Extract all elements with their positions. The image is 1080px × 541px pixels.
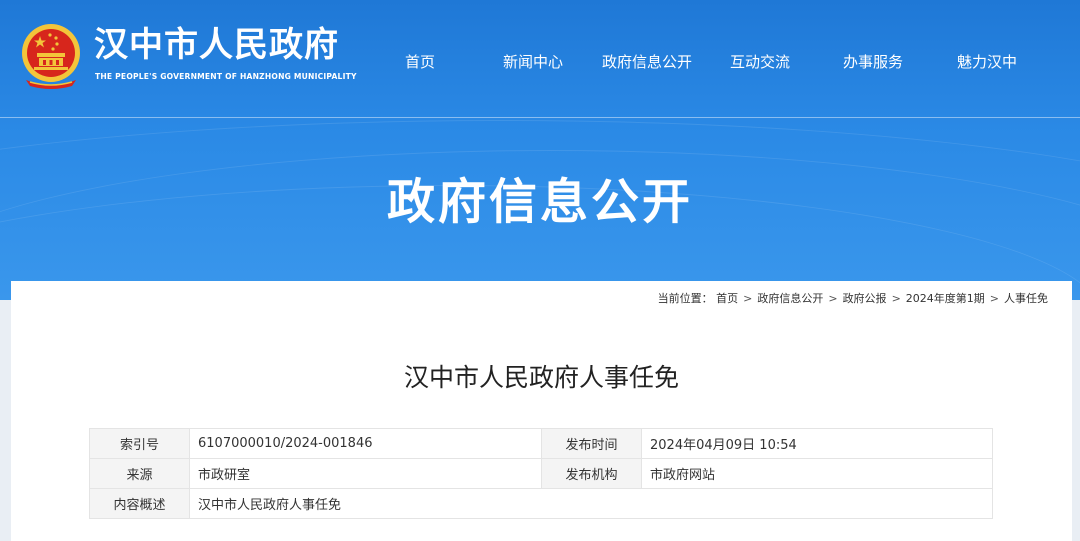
org-label: 发布机构 xyxy=(541,458,642,489)
summary-label: 内容概述 xyxy=(89,488,190,519)
breadcrumb-gov-info[interactable]: 政府信息公开 xyxy=(757,292,823,305)
hero-banner: 汉中市人民政府 THE PEOPLE'S GOVERNMENT OF HANZH… xyxy=(0,0,1080,300)
date-label: 发布时间 xyxy=(541,428,642,459)
nav-item-interaction[interactable]: 互动交流 xyxy=(730,50,790,74)
breadcrumb-separator: > xyxy=(743,292,753,305)
nav-item-charm[interactable]: 魅力汉中 xyxy=(957,50,1017,74)
breadcrumb-separator: > xyxy=(989,292,999,305)
content-panel: 当前位置： 首页 > 政府信息公开 > 政府公报 >2024年度第1期 > 人事任免 汉中市人… xyxy=(11,281,1072,541)
article-meta-table: 索引号 6107000010/2024-001846 发布时间 2024年04月… xyxy=(89,428,993,519)
nav-item-news[interactable]: 新闻中心 xyxy=(503,50,563,74)
table-row: 索引号 6107000010/2024-001846 发布时间 2024年04月… xyxy=(89,428,993,459)
nav-item-home[interactable]: 首页 xyxy=(405,50,435,74)
source-value: 市政研室 xyxy=(189,458,542,489)
breadcrumb-current[interactable]: 人事任免 xyxy=(1004,292,1048,305)
breadcrumb-separator: > xyxy=(828,292,838,305)
site-header: 汉中市人民政府 THE PEOPLE'S GOVERNMENT OF HANZH… xyxy=(0,0,1080,118)
nav-item-services[interactable]: 办事服务 xyxy=(843,50,903,74)
table-row: 内容概述 汉中市人民政府人事任免 xyxy=(89,488,993,519)
banner-title: 政府信息公开 xyxy=(386,174,693,230)
breadcrumb: 当前位置： 首页 > 政府信息公开 > 政府公报 >2024年度第1期 > 人事任免 xyxy=(658,290,1048,306)
index-label: 索引号 xyxy=(89,428,190,459)
table-row: 来源 市政研室 发布机构 市政府网站 xyxy=(89,458,993,489)
source-label: 来源 xyxy=(89,458,190,489)
breadcrumb-home[interactable]: 首页 xyxy=(716,292,738,305)
breadcrumb-prefix: 当前位置： xyxy=(657,292,713,305)
breadcrumb-gazette[interactable]: 政府公报 xyxy=(843,292,887,305)
index-value: 6107000010/2024-001846 xyxy=(189,428,542,459)
main-nav: 首页 新闻中心 政府信息公开 互动交流 办事服务 魅力汉中 xyxy=(0,50,1080,74)
nav-item-gov-info[interactable]: 政府信息公开 xyxy=(602,50,692,74)
org-value: 市政府网站 xyxy=(641,458,993,489)
breadcrumb-separator: > xyxy=(891,292,901,305)
article-title: 汉中市人民政府人事任免 xyxy=(403,363,679,392)
breadcrumb-issue[interactable]: 2024年度第1期 xyxy=(906,292,985,305)
date-value: 2024年04月09日 10:54 xyxy=(641,428,993,459)
summary-value: 汉中市人民政府人事任免 xyxy=(189,488,993,519)
